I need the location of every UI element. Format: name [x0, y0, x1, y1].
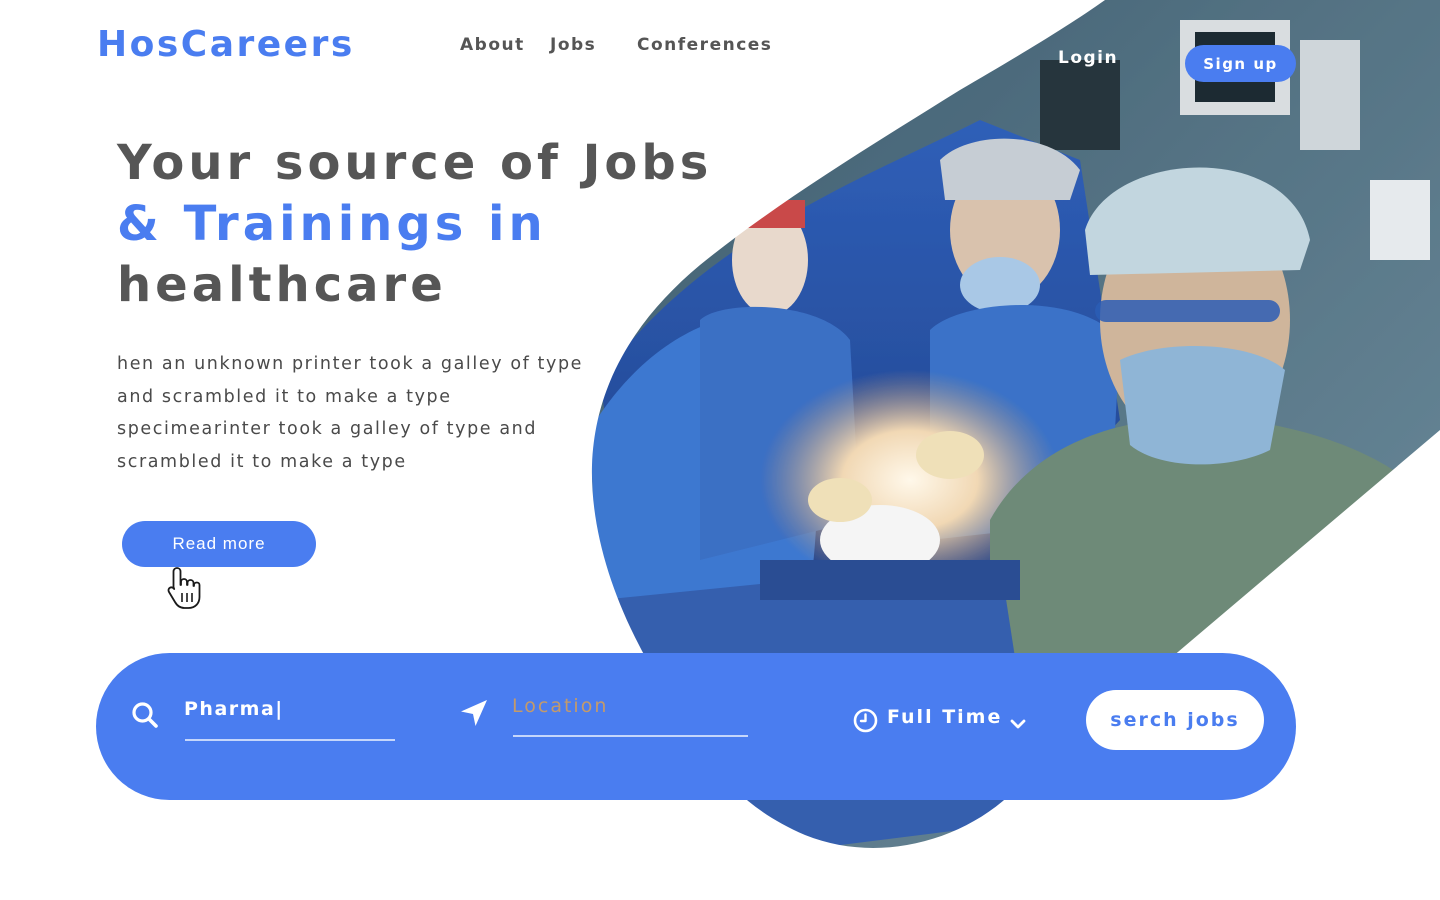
job-type-select[interactable]: Full Time [887, 706, 1002, 728]
nav-jobs[interactable]: Jobs [550, 35, 596, 55]
nav-about[interactable]: About [460, 35, 525, 55]
read-more-button[interactable]: Read more [122, 521, 316, 567]
location-input-underline [513, 735, 748, 737]
search-jobs-button[interactable]: serch jobs [1086, 690, 1264, 750]
logo[interactable]: HosCareers [97, 24, 355, 65]
landing-page: HosCareers About Jobs Conferences Login … [0, 0, 1440, 900]
hero-description: hen an unknown printer took a galley of … [117, 354, 584, 472]
search-icon[interactable] [131, 701, 159, 729]
nav-conferences[interactable]: Conferences [637, 35, 772, 55]
hero-headline: Your source of Jobs & Trainings in healt… [117, 133, 712, 316]
login-link[interactable]: Login [1058, 48, 1118, 68]
keyword-input-underline [185, 739, 395, 741]
location-input[interactable]: Location [512, 695, 748, 717]
headline-line-3: healthcare [117, 257, 447, 313]
headline-line-1: Your source of Jobs [117, 135, 713, 191]
keyword-search-input[interactable]: Pharma| [184, 698, 394, 720]
signup-button[interactable]: Sign up [1185, 45, 1296, 82]
clock-icon [853, 708, 878, 733]
headline-line-2: & Trainings in [117, 196, 547, 252]
hand-pointer-icon [167, 567, 201, 609]
location-arrow-icon [461, 700, 487, 726]
chevron-down-icon[interactable] [1009, 717, 1027, 731]
